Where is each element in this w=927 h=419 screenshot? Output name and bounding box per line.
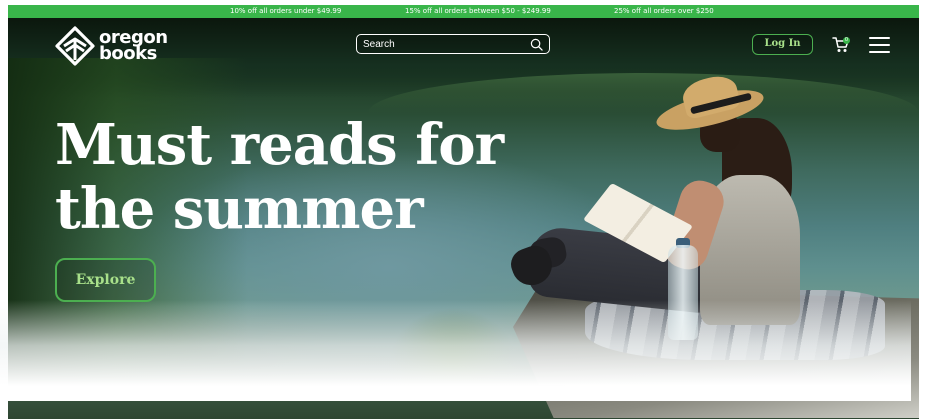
hero-headline: Must reads for the summer [55, 113, 515, 241]
book-diamond-icon [55, 26, 95, 66]
promo-bar: 10% off all orders under $49.99 15% off … [8, 5, 919, 18]
hero-headline-line: the summer [55, 176, 424, 242]
site-logo[interactable]: oregon books [55, 26, 168, 66]
search-icon[interactable] [530, 38, 543, 51]
search-bar [356, 34, 550, 54]
logo-line: books [99, 43, 157, 64]
cart-count-badge: 0 [843, 37, 850, 44]
promo-message: 25% off all orders over $250 [614, 7, 714, 15]
menu-bar [869, 44, 890, 46]
menu-bar [869, 51, 890, 53]
menu-bar [869, 37, 890, 39]
promo-message: 15% off all orders between $50 - $249.99 [405, 7, 551, 15]
logo-wordmark: oregon books [99, 29, 168, 64]
hero-headline-line: Must reads for [55, 112, 504, 178]
log-in-button[interactable]: Log In [752, 34, 813, 55]
hero-mist-overlay [0, 300, 911, 401]
hamburger-menu-icon[interactable] [869, 37, 890, 53]
explore-button[interactable]: Explore [55, 258, 156, 302]
search-input[interactable] [363, 37, 523, 52]
promo-message: 10% off all orders under $49.99 [230, 7, 342, 15]
